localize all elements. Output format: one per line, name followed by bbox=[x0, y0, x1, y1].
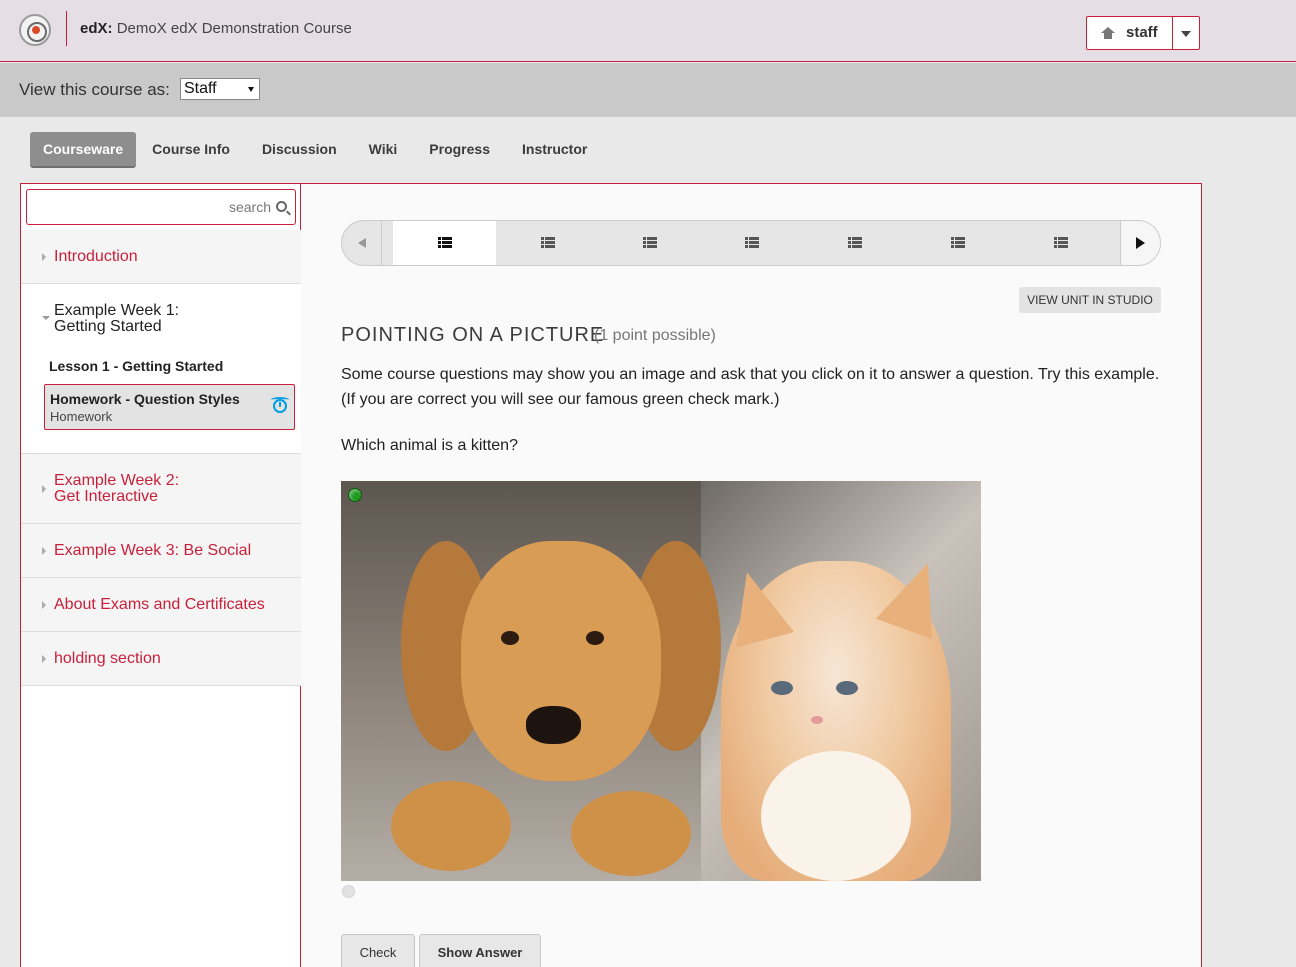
status-indicator bbox=[342, 885, 355, 898]
section-holding-section[interactable]: holding section bbox=[21, 632, 301, 686]
course-header: edX: DemoX edX Demonstration Course staf… bbox=[0, 0, 1296, 62]
sequence-navigation bbox=[341, 220, 1161, 266]
tab-course-info[interactable]: Course Info bbox=[136, 132, 246, 168]
tab-discussion[interactable]: Discussion bbox=[246, 132, 353, 168]
username: staff bbox=[1126, 24, 1158, 41]
search-icon[interactable] bbox=[276, 201, 287, 212]
problem-description: Some course questions may show you an im… bbox=[341, 366, 1160, 408]
section-about-exams[interactable]: About Exams and Certificates bbox=[21, 578, 301, 632]
section-label-line1: Example Week 2: bbox=[54, 472, 180, 489]
tab-instructor[interactable]: Instructor bbox=[506, 132, 603, 168]
tab-wiki[interactable]: Wiki bbox=[353, 132, 414, 168]
subsection-title: Homework - Question Styles bbox=[50, 391, 240, 407]
list-icon bbox=[1054, 237, 1068, 248]
kitten-nose bbox=[811, 716, 823, 724]
check-button[interactable]: Check bbox=[341, 934, 415, 967]
tab-progress[interactable]: Progress bbox=[413, 132, 506, 168]
kitten-chest bbox=[761, 751, 911, 881]
user-menu-button[interactable]: staff bbox=[1086, 16, 1200, 50]
sequence-tab-3[interactable] bbox=[598, 221, 701, 265]
section-label-line1: Example Week 1: bbox=[54, 302, 180, 319]
section-label-line2: Getting Started bbox=[54, 318, 162, 335]
puppy-eye-left bbox=[501, 631, 519, 645]
sequence-tab-6[interactable] bbox=[906, 221, 1009, 265]
section-label: Example Week 3: Be Social bbox=[54, 542, 252, 559]
chevron-right-icon bbox=[42, 601, 46, 609]
chevron-down-icon bbox=[42, 316, 50, 320]
alarm-clock-icon bbox=[271, 397, 289, 413]
view-as-bar: View this course as: Staff bbox=[0, 63, 1296, 117]
course-search-input[interactable]: search bbox=[26, 189, 296, 225]
search-placeholder: search bbox=[228, 199, 271, 215]
brand-label: edX: bbox=[80, 20, 113, 37]
course-tabs: Courseware Course Info Discussion Wiki P… bbox=[30, 132, 603, 168]
section-example-week-3[interactable]: Example Week 3: Be Social bbox=[21, 524, 301, 578]
puppy-nose bbox=[526, 706, 581, 744]
problem-points: (1 point possible) bbox=[594, 327, 716, 344]
section-introduction[interactable]: Introduction bbox=[21, 230, 301, 284]
list-icon bbox=[541, 237, 555, 248]
puppy-kitten-image-input[interactable] bbox=[341, 481, 981, 881]
list-icon bbox=[745, 237, 759, 248]
puppy-eye-right bbox=[586, 631, 604, 645]
problem-title: POINTING ON A PICTURE bbox=[341, 324, 605, 346]
problem-question: Which animal is a kitten? bbox=[341, 437, 518, 454]
home-icon bbox=[1101, 27, 1115, 39]
courseware-container: search Introduction Example Week 1: Gett… bbox=[20, 183, 1202, 967]
previous-unit-button[interactable] bbox=[342, 221, 382, 265]
kitten-eye-left bbox=[771, 681, 793, 695]
section-label-line2: Get Interactive bbox=[54, 488, 159, 505]
header-divider bbox=[66, 11, 67, 46]
sequence-tab-7[interactable] bbox=[1009, 221, 1112, 265]
select-arrow-icon bbox=[248, 87, 254, 92]
kitten-eye-right bbox=[836, 681, 858, 695]
subsection-subtitle: Homework bbox=[50, 409, 113, 424]
sequence-tab-1[interactable] bbox=[393, 221, 496, 265]
click-marker-icon bbox=[348, 488, 362, 502]
list-icon bbox=[643, 237, 657, 248]
section-label: About Exams and Certificates bbox=[54, 596, 265, 613]
view-unit-in-studio-button[interactable]: VIEW UNIT IN STUDIO bbox=[1019, 287, 1161, 313]
chevron-right-icon bbox=[42, 253, 46, 261]
course-navigation-sidebar: search Introduction Example Week 1: Gett… bbox=[21, 184, 301, 967]
view-as-selected-value: Staff bbox=[184, 80, 217, 97]
sequence-tab-2[interactable] bbox=[496, 221, 599, 265]
course-name: DemoX edX Demonstration Course bbox=[116, 20, 352, 37]
chevron-right-icon bbox=[42, 485, 46, 493]
show-answer-button[interactable]: Show Answer bbox=[419, 934, 541, 967]
lesson-title[interactable]: Lesson 1 - Getting Started bbox=[49, 358, 223, 374]
view-as-label: View this course as: bbox=[19, 80, 170, 99]
chevron-right-icon bbox=[42, 655, 46, 663]
section-example-week-2[interactable]: Example Week 2: Get Interactive bbox=[21, 454, 301, 524]
sequence-tab-5[interactable] bbox=[803, 221, 906, 265]
course-title: edX: DemoX edX Demonstration Course bbox=[80, 20, 352, 37]
sequence-tab-4[interactable] bbox=[700, 221, 803, 265]
edx-logo-icon[interactable] bbox=[19, 14, 51, 46]
next-unit-button[interactable] bbox=[1120, 221, 1160, 265]
user-menu-divider bbox=[1172, 17, 1173, 49]
list-icon bbox=[438, 237, 452, 248]
list-icon bbox=[848, 237, 862, 248]
puppy-face bbox=[461, 541, 661, 781]
puppy-paw-right bbox=[571, 791, 691, 876]
tab-courseware[interactable]: Courseware bbox=[30, 132, 137, 168]
subsection-homework-question-styles[interactable]: Homework - Question Styles Homework bbox=[44, 384, 295, 430]
puppy-paw-left bbox=[391, 781, 511, 871]
section-label: holding section bbox=[54, 650, 161, 667]
section-label: Introduction bbox=[54, 248, 138, 265]
list-icon bbox=[951, 237, 965, 248]
chevron-right-icon bbox=[42, 547, 46, 555]
view-as-select[interactable]: Staff bbox=[180, 78, 260, 100]
chevron-down-icon[interactable] bbox=[1181, 31, 1191, 37]
